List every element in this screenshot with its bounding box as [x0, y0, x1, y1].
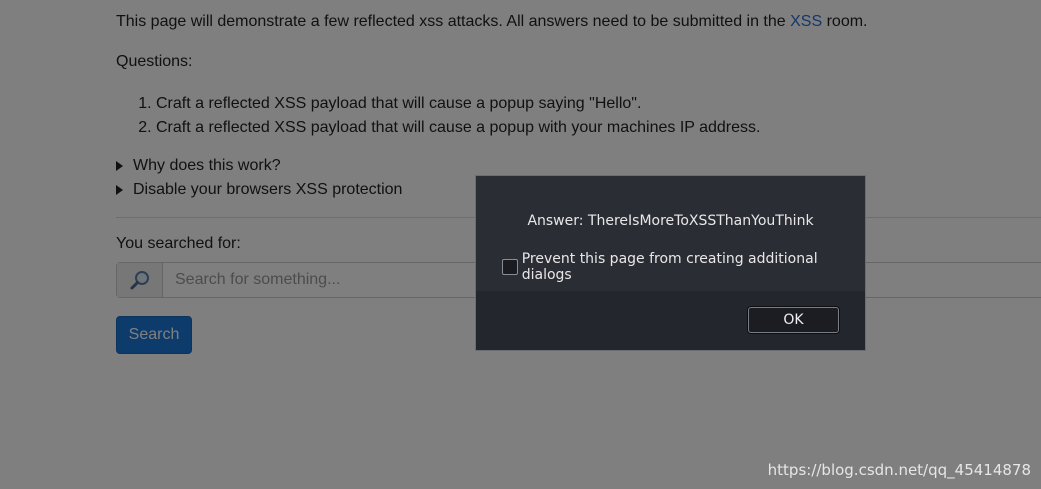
prevent-dialogs-checkbox[interactable]	[502, 259, 518, 275]
prevent-dialogs-option[interactable]: Prevent this page from creating addition…	[502, 251, 865, 283]
alert-dialog: Answer: ThereIsMoreToXSSThanYouThink Pre…	[475, 175, 866, 351]
prevent-dialogs-label: Prevent this page from creating addition…	[521, 251, 818, 283]
ok-button[interactable]: OK	[748, 307, 839, 333]
dialog-message: Answer: ThereIsMoreToXSSThanYouThink	[527, 213, 814, 229]
watermark-text: https://blog.csdn.net/qq_45414878	[767, 461, 1031, 479]
